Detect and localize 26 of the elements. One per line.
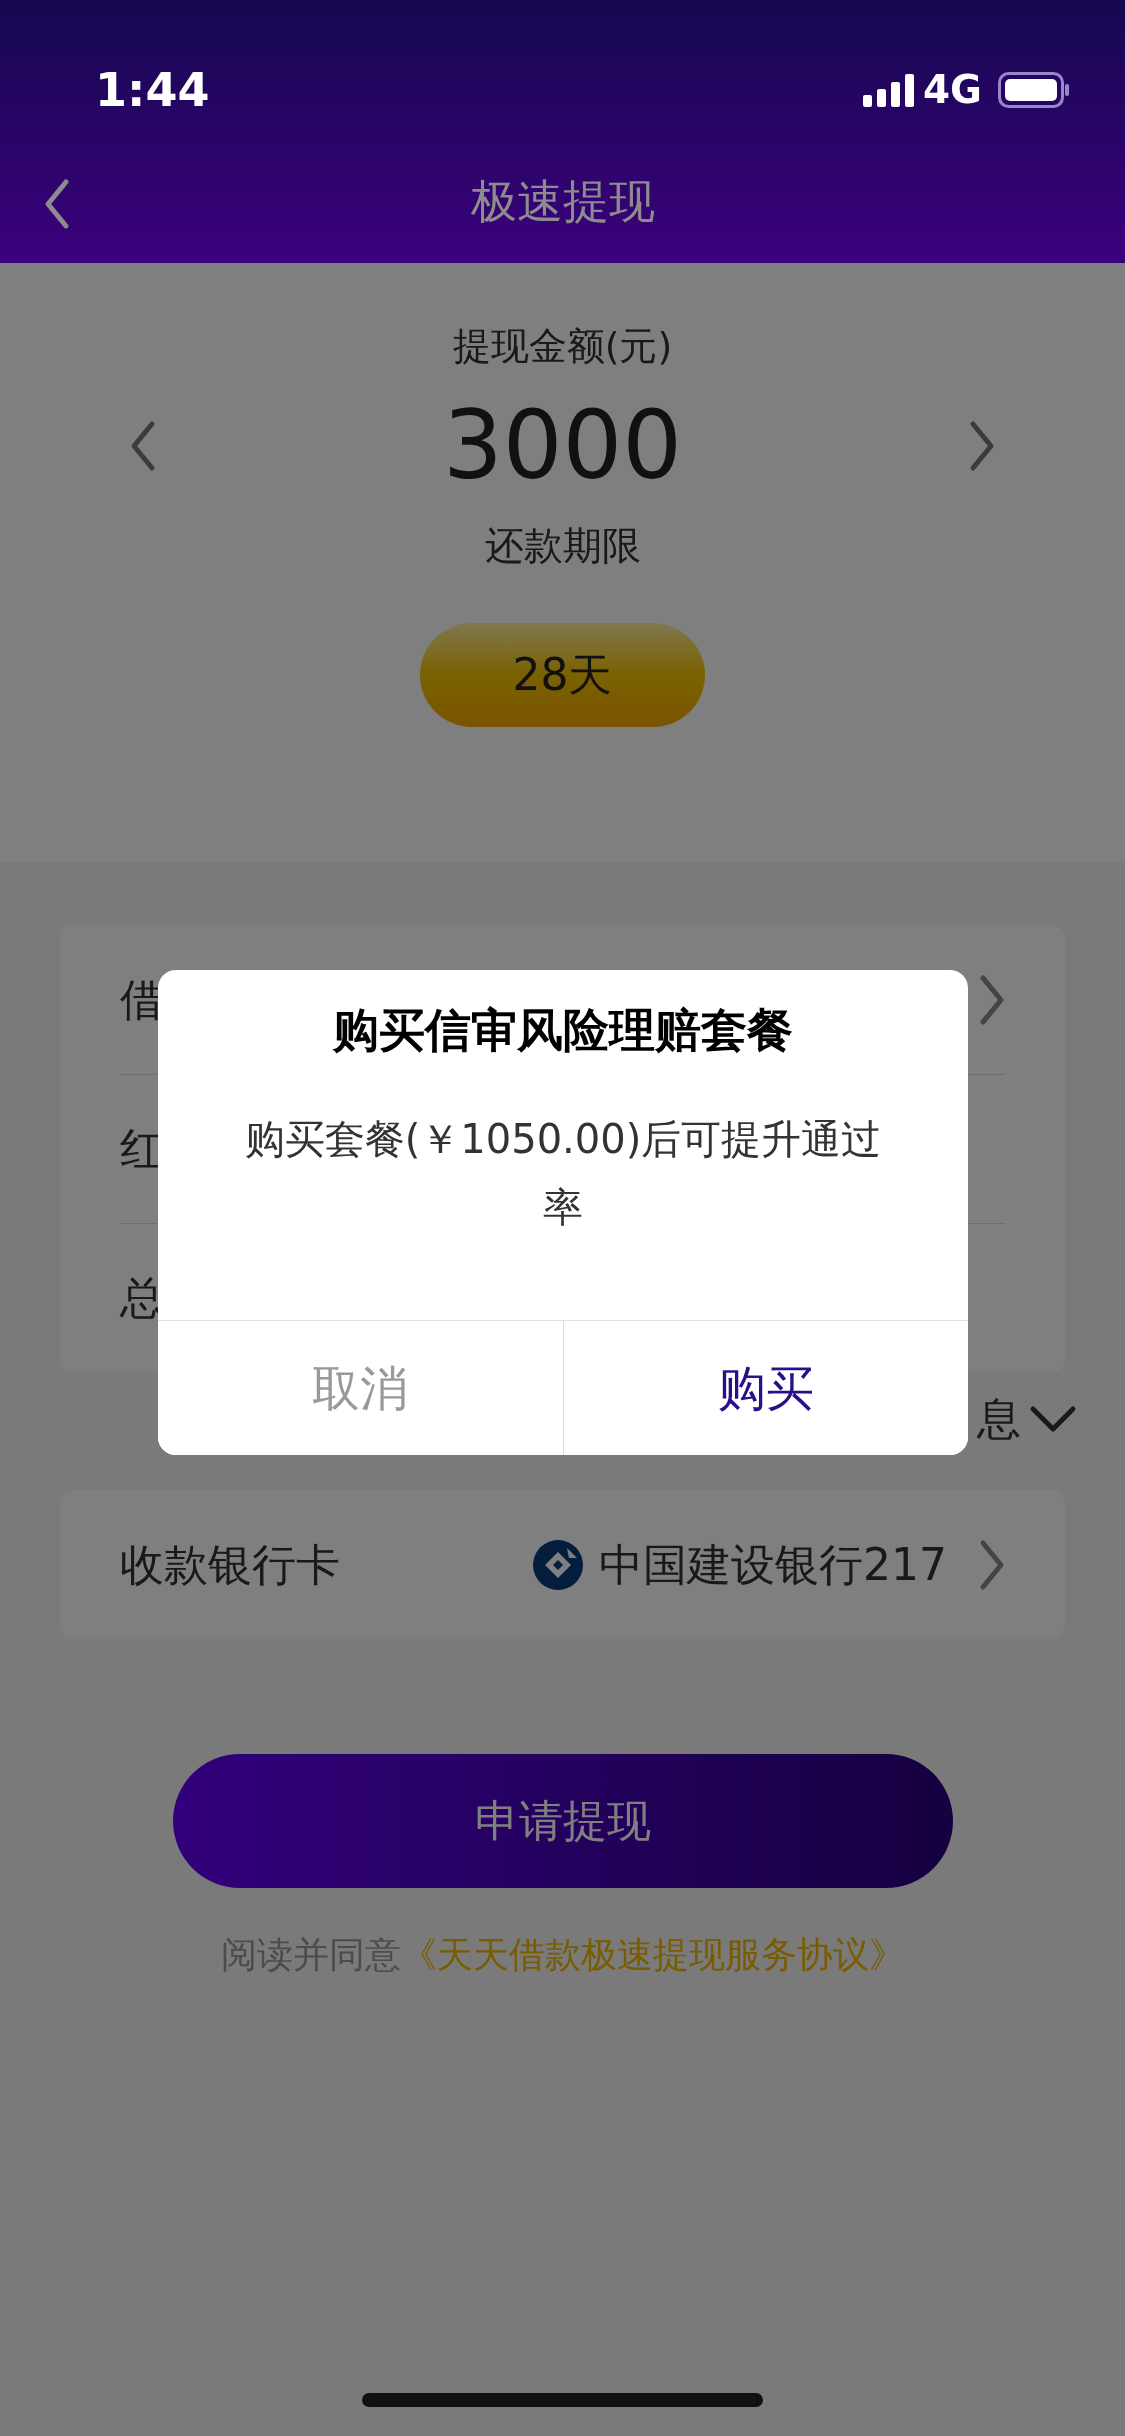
term-option[interactable]: 28天 xyxy=(420,623,705,728)
dialog-message: 购买套餐(￥1050.00)后可提升通过率 xyxy=(243,1115,883,1232)
status-time: 1:44 xyxy=(95,61,210,119)
chevron-icon[interactable] xyxy=(979,973,1005,1026)
bank-card-row[interactable]: 收款银行卡 中国建设银行217 xyxy=(60,1490,1065,1639)
bank-label: 收款银行卡 xyxy=(120,1537,340,1592)
toggle-label: 息 xyxy=(977,1392,1021,1446)
chevron-icon[interactable] xyxy=(979,1538,1005,1591)
bank-name: 中国建设银行217 xyxy=(599,1537,947,1592)
back-button[interactable] xyxy=(44,178,70,230)
battery-icon xyxy=(998,72,1070,108)
chevron-down-icon[interactable] xyxy=(1029,1405,1077,1433)
detail-label: 红 xyxy=(120,1122,164,1176)
signal-icon xyxy=(863,73,916,107)
details-toggle[interactable]: 息 xyxy=(977,1386,1077,1452)
increase-button[interactable] xyxy=(969,420,995,472)
confirm-button[interactable]: 购买 xyxy=(562,1321,968,1455)
dialog-title: 购买信审风险理赔套餐 xyxy=(331,1002,794,1059)
apply-button[interactable]: 申请提现 xyxy=(172,1754,953,1888)
amount-label: 提现金额(元) xyxy=(451,323,674,370)
amount-value: 3000 xyxy=(442,399,683,493)
page-title: 极速提现 xyxy=(470,173,655,230)
bank-logo-icon xyxy=(533,1539,583,1590)
term-label: 还款期限 xyxy=(483,522,642,570)
decrease-button[interactable] xyxy=(130,420,156,472)
network-label: 4G xyxy=(923,65,982,114)
